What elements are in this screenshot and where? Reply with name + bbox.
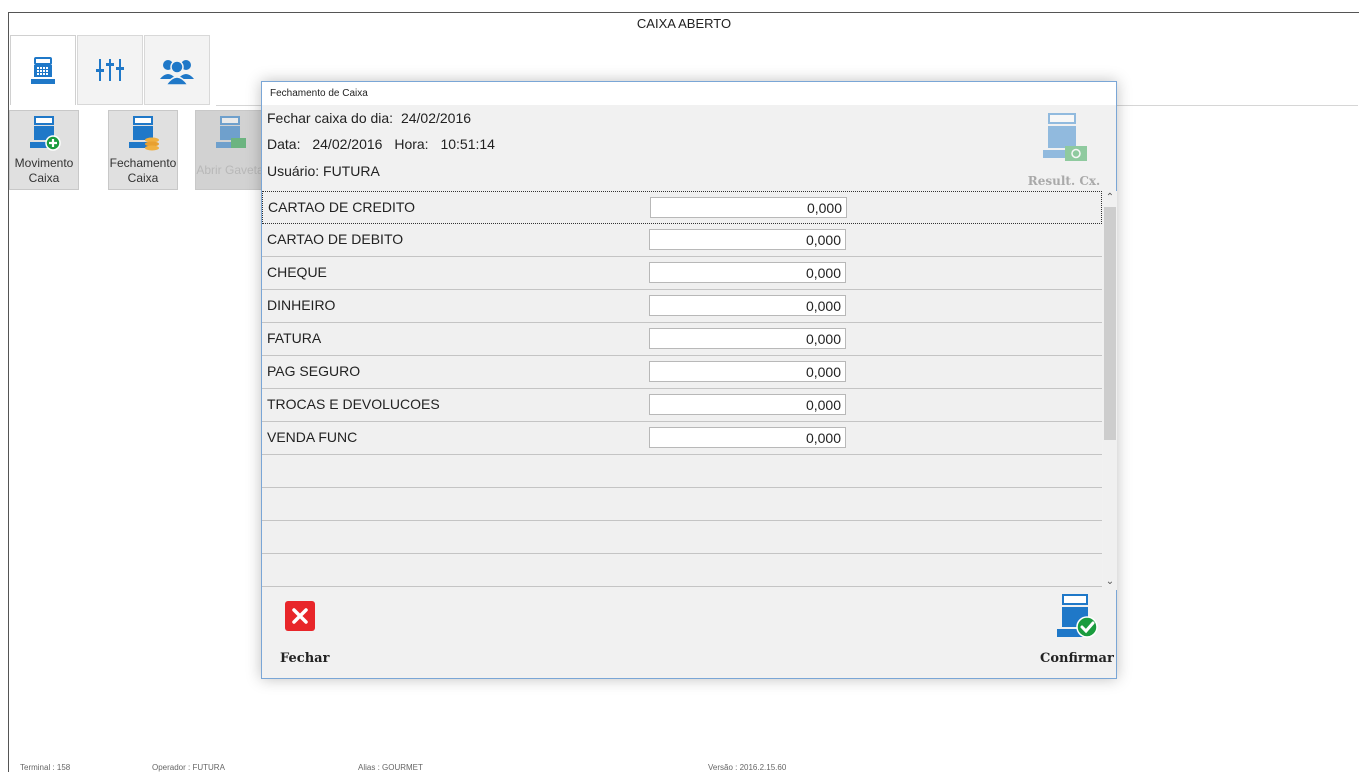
payment-value-input[interactable]: 0,000 bbox=[649, 295, 846, 316]
tab-cash-register[interactable] bbox=[10, 35, 76, 105]
status-operador: Operador : FUTURA bbox=[152, 763, 225, 772]
payment-row[interactable]: DINHEIRO 0,000 bbox=[262, 290, 1102, 323]
abrir-gaveta-button[interactable]: Abrir Gaveta bbox=[195, 110, 265, 190]
sliders-icon bbox=[96, 59, 124, 81]
payment-name: FATURA bbox=[267, 330, 322, 346]
status-versao: Versão : 2016.2.15.60 bbox=[708, 763, 787, 772]
usuario-label: Usuário: FUTURA bbox=[267, 163, 380, 179]
abrir-gaveta-label: Abrir Gaveta bbox=[196, 163, 264, 177]
payment-row[interactable]: VENDA FUNC 0,000 bbox=[262, 422, 1102, 455]
data-hora-line: Data: 24/02/2016 Hora: 10:51:14 bbox=[267, 136, 495, 152]
empty-row bbox=[262, 521, 1102, 554]
cash-register-icon bbox=[31, 56, 55, 84]
payment-grid: CARTAO DE CREDITO 0,000 CARTAO DE DEBITO… bbox=[262, 191, 1102, 590]
hora-label: Hora: bbox=[394, 136, 429, 152]
empty-row bbox=[262, 455, 1102, 488]
status-terminal: Terminal : 158 bbox=[20, 763, 71, 772]
movimento-label-2: Caixa bbox=[28, 171, 60, 185]
dialog-title: Fechamento de Caixa bbox=[262, 82, 1116, 105]
status-alias: Alias : GOURMET bbox=[358, 763, 423, 772]
cash-drawer-icon bbox=[216, 116, 246, 148]
users-icon bbox=[160, 60, 194, 85]
payment-name: TROCAS E DEVOLUCOES bbox=[267, 396, 440, 412]
grid-scrollbar[interactable]: ⌃ ⌄ bbox=[1103, 191, 1117, 590]
payment-name: DINHEIRO bbox=[267, 297, 336, 313]
empty-row bbox=[262, 488, 1102, 521]
tab-settings[interactable] bbox=[77, 35, 143, 105]
data-value: 24/02/2016 bbox=[312, 136, 383, 152]
fechamento-dialog: Fechamento de Caixa Fechar caixa do dia:… bbox=[261, 81, 1117, 679]
confirmar-button[interactable]: Confirmar bbox=[1032, 593, 1114, 673]
fechar-caixa-label: Fechar caixa do dia: bbox=[267, 110, 394, 126]
data-label: Data: bbox=[267, 136, 301, 152]
fechar-label: Fechar bbox=[280, 651, 330, 666]
tab-strip bbox=[10, 35, 216, 107]
payment-row[interactable]: CARTAO DE DEBITO 0,000 bbox=[262, 224, 1102, 257]
fechar-button[interactable]: Fechar bbox=[280, 601, 340, 673]
fechamento-label-2: Caixa bbox=[127, 171, 159, 185]
payment-value-input[interactable]: 0,000 bbox=[649, 394, 846, 415]
close-icon bbox=[285, 601, 315, 631]
empty-row bbox=[262, 554, 1102, 587]
scroll-down-icon[interactable]: ⌄ bbox=[1103, 575, 1117, 589]
cash-register-coins-icon bbox=[129, 116, 159, 151]
window-title: CAIXA ABERTO bbox=[636, 16, 732, 31]
payment-value-input[interactable]: 0,000 bbox=[649, 427, 846, 448]
payment-value-input[interactable]: 0,000 bbox=[649, 328, 846, 349]
cash-register-add-icon bbox=[30, 116, 61, 151]
payment-value-input[interactable]: 0,000 bbox=[650, 197, 847, 218]
payment-name: PAG SEGURO bbox=[267, 363, 361, 379]
fechar-caixa-date: 24/02/2016 bbox=[400, 110, 472, 126]
scroll-up-icon[interactable]: ⌃ bbox=[1103, 191, 1117, 205]
fechamento-caixa-button[interactable]: Fechamento Caixa bbox=[108, 110, 178, 190]
payment-value-input[interactable]: 0,000 bbox=[649, 229, 846, 250]
payment-row[interactable]: TROCAS E DEVOLUCOES 0,000 bbox=[262, 389, 1102, 422]
payment-row[interactable]: CHEQUE 0,000 bbox=[262, 257, 1102, 290]
payment-name: CARTAO DE CREDITO bbox=[268, 199, 416, 215]
payment-name: CHEQUE bbox=[267, 264, 327, 280]
payment-name: CARTAO DE DEBITO bbox=[267, 231, 404, 247]
result-cx-label: Result. Cx. bbox=[1027, 174, 1101, 188]
movimento-label-1: Movimento bbox=[14, 156, 74, 170]
cash-register-money-icon bbox=[1043, 113, 1087, 161]
tab-users[interactable] bbox=[144, 35, 210, 105]
movimento-caixa-button[interactable]: Movimento Caixa bbox=[9, 110, 79, 190]
payment-row[interactable]: PAG SEGURO 0,000 bbox=[262, 356, 1102, 389]
payment-value-input[interactable]: 0,000 bbox=[649, 361, 846, 382]
fechamento-label-1: Fechamento bbox=[109, 156, 177, 170]
result-cx-button[interactable]: Result. Cx. bbox=[1024, 112, 1104, 192]
payment-row[interactable]: CARTAO DE CREDITO 0,000 bbox=[262, 191, 1102, 224]
scroll-thumb[interactable] bbox=[1104, 207, 1116, 440]
payment-row[interactable]: FATURA 0,000 bbox=[262, 323, 1102, 356]
fechar-caixa-line: Fechar caixa do dia: 24/02/2016 bbox=[267, 110, 471, 126]
hora-value: 10:51:14 bbox=[440, 136, 495, 152]
payment-value-input[interactable]: 0,000 bbox=[649, 262, 846, 283]
payment-name: VENDA FUNC bbox=[267, 429, 358, 445]
confirmar-label: Confirmar bbox=[1040, 651, 1114, 666]
cash-register-check-icon bbox=[1057, 594, 1098, 638]
